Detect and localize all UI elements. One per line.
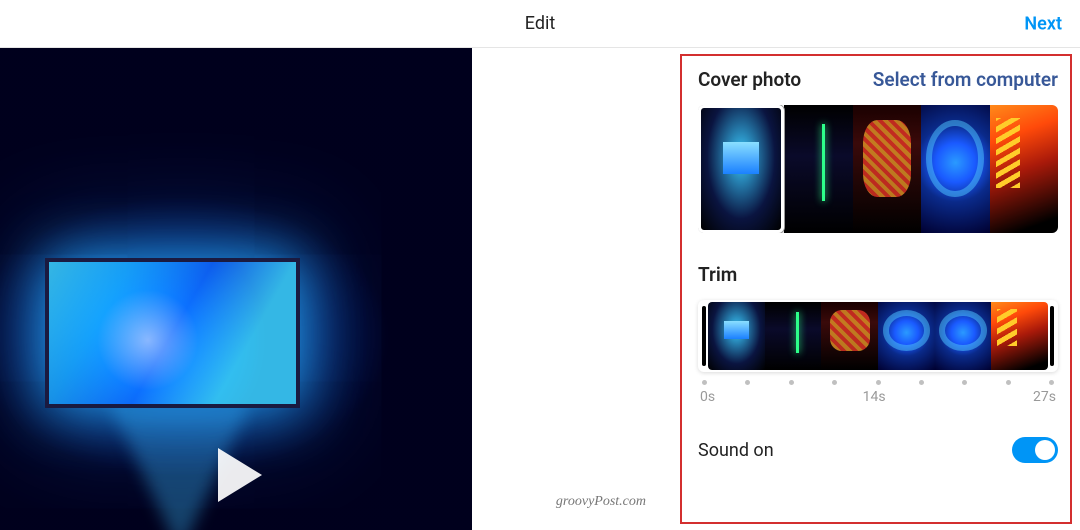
cover-photo-header: Cover photo Select from computer bbox=[698, 68, 1058, 91]
cover-thumb-2[interactable] bbox=[784, 105, 853, 233]
tick bbox=[702, 380, 707, 385]
tick bbox=[962, 380, 967, 385]
middle-gap: groovyPost.com bbox=[472, 48, 676, 530]
edit-panel: Cover photo Select from computer Trim bbox=[676, 48, 1080, 530]
trim-frame bbox=[708, 302, 765, 370]
trim-frame bbox=[935, 302, 992, 370]
tick bbox=[876, 380, 881, 385]
cover-thumb-5[interactable] bbox=[990, 105, 1059, 233]
watermark: groovyPost.com bbox=[556, 494, 646, 510]
content-area: groovyPost.com Cover photo Select from c… bbox=[0, 48, 1080, 530]
select-from-computer-link[interactable]: Select from computer bbox=[873, 68, 1058, 91]
tick bbox=[789, 380, 794, 385]
trim-frame bbox=[878, 302, 935, 370]
trim-end-label: 27s bbox=[1033, 389, 1056, 405]
toggle-knob bbox=[1035, 440, 1055, 460]
play-icon bbox=[218, 448, 262, 502]
trim-label: Trim bbox=[698, 263, 1058, 286]
cover-photo-strip bbox=[698, 105, 1058, 233]
tick bbox=[1006, 380, 1011, 385]
trim-track[interactable] bbox=[698, 300, 1058, 372]
cover-thumb-1[interactable] bbox=[698, 105, 784, 233]
sound-label: Sound on bbox=[698, 440, 774, 461]
tick bbox=[745, 380, 750, 385]
tick bbox=[919, 380, 924, 385]
cover-thumb-3[interactable] bbox=[853, 105, 922, 233]
trim-frame bbox=[765, 302, 822, 370]
trim-section: Trim bbox=[698, 263, 1058, 405]
header-bar: Edit Next bbox=[0, 0, 1080, 48]
trim-mid-label: 14s bbox=[863, 389, 886, 405]
trim-frame bbox=[821, 302, 878, 370]
trim-start-label: 0s bbox=[700, 389, 715, 405]
next-button[interactable]: Next bbox=[1024, 13, 1062, 34]
trim-ticks bbox=[698, 372, 1058, 389]
tick bbox=[832, 380, 837, 385]
tick bbox=[1049, 380, 1054, 385]
cover-photo-label: Cover photo bbox=[698, 68, 801, 91]
play-button[interactable] bbox=[206, 448, 266, 508]
trim-time-labels: 0s 14s 27s bbox=[698, 389, 1058, 405]
trim-handle-start[interactable] bbox=[702, 306, 706, 366]
trim-handle-end[interactable] bbox=[1050, 306, 1054, 366]
trim-frame bbox=[991, 302, 1048, 370]
preview-stage-screen bbox=[45, 258, 300, 408]
sound-row: Sound on bbox=[698, 437, 1058, 471]
video-preview[interactable] bbox=[0, 48, 472, 530]
cover-thumb-4[interactable] bbox=[921, 105, 990, 233]
header-title: Edit bbox=[525, 13, 555, 34]
trim-frames bbox=[708, 302, 1048, 370]
sound-toggle[interactable] bbox=[1012, 437, 1058, 463]
